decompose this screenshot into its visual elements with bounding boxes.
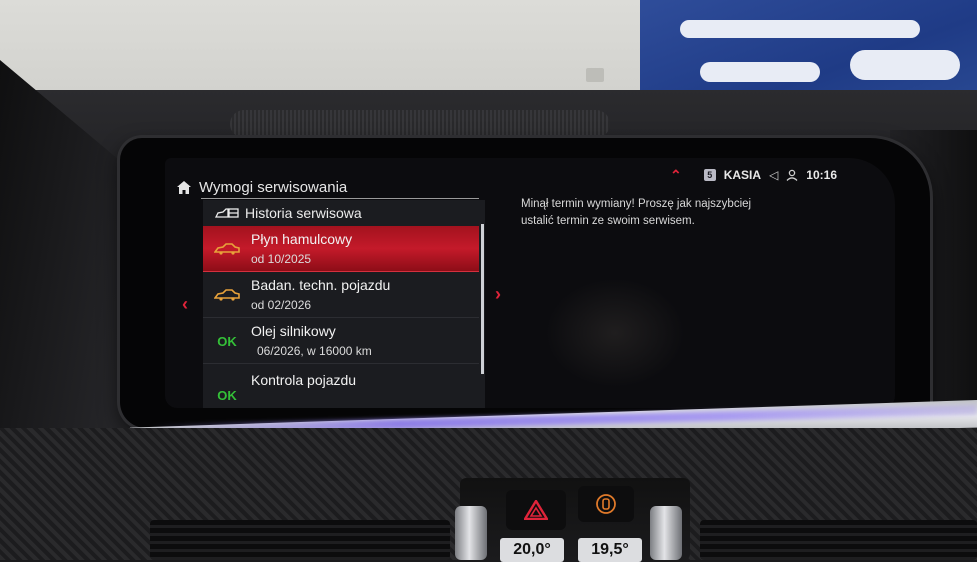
right-temperature-display: 19,5°	[578, 538, 642, 562]
item-label: Płyn hamulcowy	[251, 231, 353, 247]
item-date: od 10/2025	[251, 252, 312, 266]
central-lock-button[interactable]	[578, 486, 634, 522]
lock-icon	[596, 494, 616, 514]
up-chevron-icon[interactable]: ⌃	[670, 167, 682, 184]
service-item-vehicle-check[interactable]: OK Kontrola pojazdu	[203, 364, 479, 408]
item-date: od 02/2026	[251, 298, 312, 312]
screen-reflection	[545, 278, 685, 388]
list-scrollbar[interactable]	[481, 224, 484, 374]
service-history-label: Historia serwisowa	[245, 205, 362, 221]
profile-badge: 5	[703, 169, 716, 181]
car-warning-icon	[213, 286, 241, 304]
service-item-engine-oil[interactable]: OK Olej silnikowy 06/2026, w 16000 km	[203, 318, 479, 364]
status-bar: ⌃ 5 KASIA ◁ 10:16	[670, 166, 837, 184]
wall-switch	[586, 68, 604, 82]
item-label: Kontrola pojazdu	[251, 372, 357, 388]
speaker-grille	[230, 110, 610, 138]
user-icon	[786, 169, 798, 181]
ok-status: OK	[217, 333, 237, 349]
right-temperature-knob[interactable]	[650, 506, 682, 560]
item-label: Olej silnikowy	[251, 323, 336, 339]
chevron-right-icon[interactable]: ›	[495, 284, 501, 305]
service-item-vehicle-inspection[interactable]: Badan. techn. pojazdu od 02/2026	[203, 272, 479, 318]
service-history-button[interactable]: Historia serwisowa	[203, 202, 479, 224]
left-temperature-knob[interactable]	[455, 506, 487, 560]
ok-status: OK	[217, 387, 237, 403]
home-icon[interactable]	[177, 180, 191, 194]
hazard-icon	[524, 500, 548, 520]
page-title: Wymogi serwisowania	[199, 178, 348, 196]
speaker-muted-icon: ◁	[769, 168, 779, 182]
car-warning-icon	[213, 240, 241, 258]
service-item-brake-fluid[interactable]: Płyn hamulcowy od 10/2025	[203, 226, 479, 272]
left-air-vent[interactable]	[150, 520, 450, 560]
infotainment-screen: Wymogi serwisowania ⌃ 5 KASIA ◁ 10:16 Hi…	[165, 158, 895, 408]
item-label: Badan. techn. pojazdu	[251, 277, 391, 293]
title-divider	[201, 198, 479, 199]
user-name: KASIA	[723, 168, 762, 182]
header: Wymogi serwisowania	[177, 176, 347, 198]
left-temperature-display: 20,0°	[500, 538, 564, 562]
clock: 10:16	[806, 168, 837, 182]
detail-message: Minął termin wymiany! Proszę jak najszyb…	[521, 198, 752, 227]
hazard-button[interactable]	[506, 490, 566, 530]
item-date: 06/2026, w 16000 km	[257, 344, 372, 358]
car-service-icon	[215, 208, 239, 218]
right-air-vent[interactable]	[700, 520, 977, 560]
chevron-left-icon[interactable]: ‹	[182, 294, 188, 315]
